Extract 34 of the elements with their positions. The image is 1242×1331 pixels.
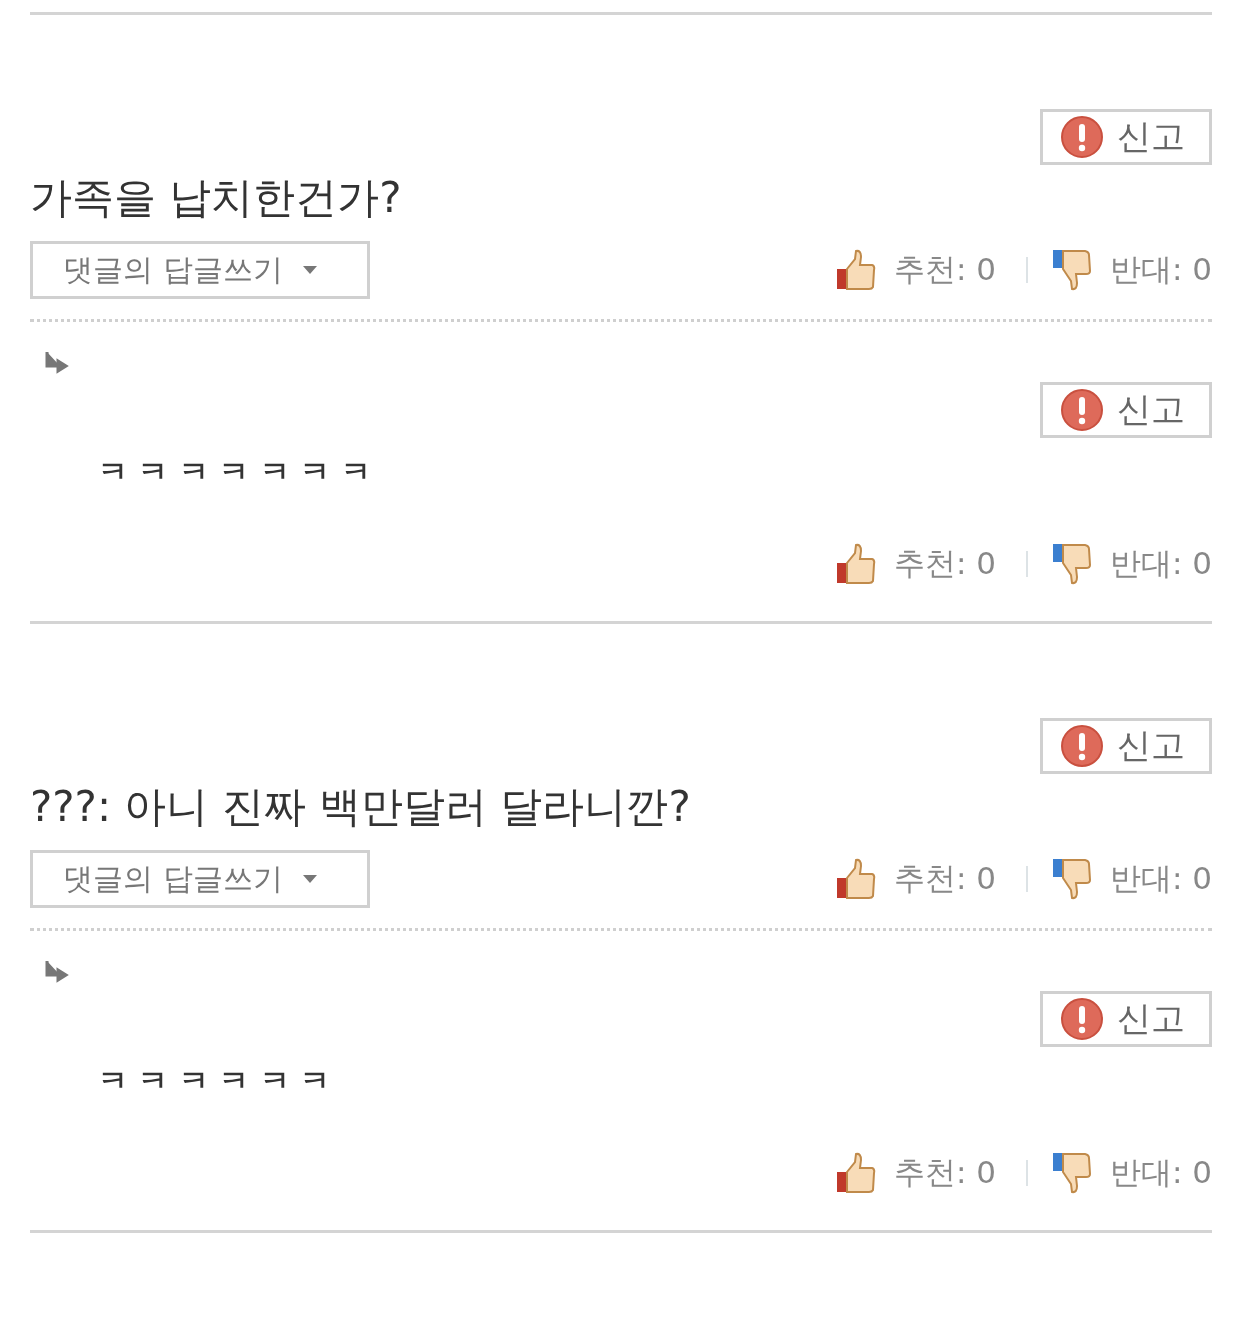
thumbs-up-icon — [835, 858, 876, 900]
reply-dropdown[interactable]: 댓글의 답글쓰기 — [30, 850, 370, 908]
oppose-count[interactable]: 반대: 0 — [1109, 249, 1212, 291]
warning-icon — [1061, 389, 1103, 431]
warning-icon — [1061, 998, 1103, 1040]
reply-arrow-icon — [44, 961, 70, 983]
recommend-count[interactable]: 추천: 0 — [893, 543, 996, 585]
reply-dropdown[interactable]: 댓글의 답글쓰기 — [30, 241, 370, 299]
oppose-count[interactable]: 반대: 0 — [1109, 543, 1212, 585]
thumbs-up-icon — [835, 543, 876, 585]
warning-icon — [1061, 116, 1103, 158]
comment-text: ???: 아니 진짜 백만달러 달라니깐? — [30, 781, 692, 833]
thumbs-down-icon — [1051, 543, 1092, 585]
reply-arrow-icon — [44, 352, 70, 374]
thumbs-up-icon — [835, 249, 876, 291]
report-button[interactable]: 신고 — [1040, 109, 1212, 165]
thumbs-down-icon — [1051, 1152, 1092, 1194]
warning-icon — [1061, 725, 1103, 767]
oppose-count[interactable]: 반대: 0 — [1109, 858, 1212, 900]
oppose-count[interactable]: 반대: 0 — [1109, 1152, 1212, 1194]
reply-text: ㅋ ㅋ ㅋ ㅋ ㅋ ㅋ — [98, 1062, 332, 1100]
thumbs-down-icon — [1051, 249, 1092, 291]
reply-text: ㅋ ㅋ ㅋ ㅋ ㅋ ㅋ ㅋ — [98, 453, 372, 491]
caret-icon — [302, 266, 317, 274]
comment-text: 가족을 납치한건가? — [30, 172, 403, 224]
recommend-count[interactable]: 추천: 0 — [893, 1152, 996, 1194]
thumbs-down-icon — [1051, 858, 1092, 900]
recommend-count[interactable]: 추천: 0 — [893, 858, 996, 900]
report-button[interactable]: 신고 — [1040, 382, 1212, 438]
report-button[interactable]: 신고 — [1040, 991, 1212, 1047]
caret-icon — [302, 875, 317, 883]
thumbs-up-icon — [835, 1152, 876, 1194]
recommend-count[interactable]: 추천: 0 — [893, 249, 996, 291]
report-button[interactable]: 신고 — [1040, 718, 1212, 774]
